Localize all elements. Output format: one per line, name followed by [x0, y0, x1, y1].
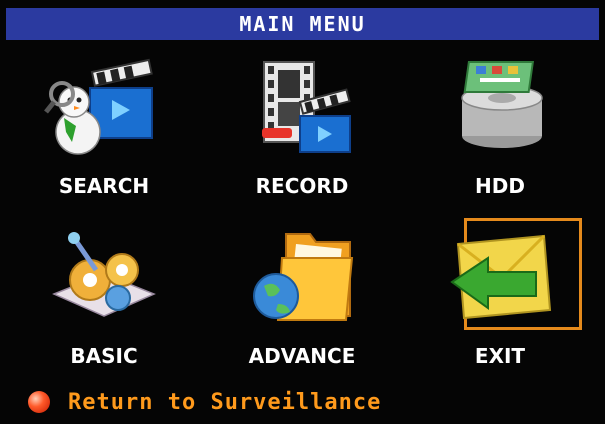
menu-grid: SEARCH RECORD HDD BASIC ADVANCE EXIT: [6, 42, 599, 382]
menu-item-advance[interactable]: ADVANCE: [204, 212, 400, 382]
advance-folder-icon: [242, 224, 362, 328]
footer-hint: Return to Surveillance: [28, 386, 381, 418]
main-menu-screen: MAIN MENU SEARCH RECORD HDD BASIC ADVANC…: [0, 0, 605, 424]
exit-icon: [440, 224, 560, 328]
menu-item-label: ADVANCE: [248, 344, 356, 368]
menu-item-basic[interactable]: BASIC: [6, 212, 202, 382]
record-icon: [242, 54, 362, 158]
menu-item-label: HDD: [475, 174, 525, 198]
footer-text: Return to Surveillance: [68, 389, 382, 415]
red-dot-icon: [28, 391, 50, 413]
menu-item-record[interactable]: RECORD: [204, 42, 400, 212]
menu-item-hdd[interactable]: HDD: [402, 42, 598, 212]
menu-item-label: SEARCH: [58, 174, 150, 198]
menu-item-label: BASIC: [70, 344, 138, 368]
hdd-icon: [440, 54, 560, 158]
menu-item-label: RECORD: [255, 174, 349, 198]
page-title: MAIN MENU: [6, 8, 599, 40]
search-icon: [44, 54, 164, 158]
menu-item-search[interactable]: SEARCH: [6, 42, 202, 212]
menu-item-exit[interactable]: EXIT: [402, 212, 598, 382]
basic-settings-icon: [44, 224, 164, 328]
menu-item-label: EXIT: [474, 344, 526, 368]
